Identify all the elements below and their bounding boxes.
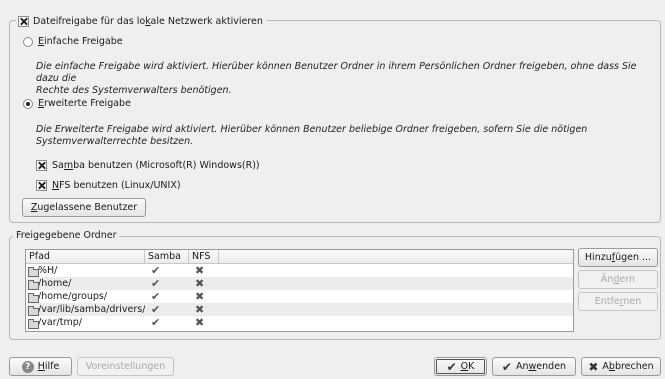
folder-icon [28, 266, 39, 277]
nfs-checkbox-row[interactable]: NFS benutzen (Linux/UNIX) [36, 180, 181, 191]
change-button[interactable]: Ändern [578, 270, 658, 289]
nfs-checkbox[interactable] [36, 180, 47, 191]
enable-sharing-checkbox[interactable] [18, 15, 29, 27]
table-row[interactable]: /home/ ✔ ✖ [26, 277, 573, 290]
check-icon: ✔ [446, 359, 457, 374]
remove-label: Entfernen [594, 296, 642, 307]
folder-icon [28, 279, 39, 290]
folder-icon [28, 318, 39, 329]
help-label: Hilfe [37, 361, 60, 372]
samba-checkbox[interactable] [36, 160, 47, 171]
add-button[interactable]: Hinzufügen ... [578, 248, 658, 267]
cross-mark-icon: ✖ [195, 303, 205, 316]
simple-sharing-description: Die einfache Freigabe wird aktiviert. Hi… [36, 61, 637, 96]
shared-folders-table[interactable]: Pfad Samba NFS %H/ ✔ ✖ /home/ ✔ ✖ /home/… [25, 249, 574, 332]
enable-sharing-checkbox-row[interactable]: Dateifreigabe für das lokale Netzwerk ak… [16, 14, 267, 28]
table-row[interactable]: /var/tmp/ ✔ ✖ [26, 316, 573, 329]
advanced-sharing-description: Die Erweiterte Freigabe wird aktiviert. … [36, 124, 588, 147]
check-icon: ✔ [501, 359, 512, 374]
check-mark-icon: ✔ [151, 303, 161, 316]
cross-mark-icon: ✖ [195, 290, 205, 303]
table-header: Pfad Samba NFS [26, 250, 573, 264]
samba-checkbox-row[interactable]: Samba benutzen (Microsoft(R) Windows(R)) [36, 160, 260, 171]
column-header-path[interactable]: Pfad [26, 250, 145, 264]
remove-button[interactable]: Entfernen [578, 292, 658, 311]
advanced-sharing-radio[interactable] [23, 98, 33, 109]
samba-label: Samba benutzen (Microsoft(R) Windows(R)) [52, 160, 260, 171]
cancel-label: Abbrechen [602, 361, 654, 372]
help-button[interactable]: ? Hilfe [9, 357, 72, 376]
allowed-users-button[interactable]: Zugelassene Benutzer [22, 198, 146, 217]
local-sharing-group [9, 20, 661, 223]
apply-button[interactable]: ✔ Anwenden [492, 357, 576, 376]
simple-sharing-label: Einfache Freigabe [38, 36, 123, 47]
check-mark-icon: ✔ [151, 316, 161, 329]
row-path: /var/lib/samba/drivers/ [38, 304, 145, 315]
cross-mark-icon: ✖ [195, 264, 205, 277]
nfs-label: NFS benutzen (Linux/UNIX) [52, 180, 181, 191]
row-path: /home/groups/ [38, 291, 108, 302]
cancel-button[interactable]: ✖ Abbrechen [581, 357, 661, 376]
check-mark-icon: ✔ [151, 290, 161, 303]
advanced-sharing-label: Erweiterte Freigabe [38, 98, 131, 109]
defaults-button[interactable]: Voreinstellungen [77, 357, 174, 376]
table-row[interactable]: /home/groups/ ✔ ✖ [26, 290, 573, 303]
row-path: /home/ [38, 278, 72, 289]
check-mark-icon: ✔ [151, 277, 161, 290]
column-header-nfs[interactable]: NFS [189, 250, 219, 264]
table-row[interactable]: %H/ ✔ ✖ [26, 264, 573, 277]
simple-sharing-radio[interactable] [23, 36, 33, 47]
ok-label: OK [460, 361, 475, 372]
ok-button[interactable]: ✔ OK [434, 357, 487, 376]
folder-icon [28, 305, 39, 316]
shared-folders-title: Freigegebene Ordner [13, 229, 120, 242]
table-body: %H/ ✔ ✖ /home/ ✔ ✖ /home/groups/ ✔ ✖ /va… [26, 264, 573, 329]
cross-mark-icon: ✖ [195, 316, 205, 329]
add-label: Hinzufügen ... [584, 252, 652, 263]
allowed-users-label: Zugelassene Benutzer [30, 202, 138, 213]
cross-icon: ✖ [588, 359, 599, 374]
column-header-filler [219, 250, 573, 264]
cross-mark-icon: ✖ [195, 277, 205, 290]
column-header-samba[interactable]: Samba [145, 250, 189, 264]
table-row[interactable]: /var/lib/samba/drivers/ ✔ ✖ [26, 303, 573, 316]
row-path: %H/ [38, 265, 58, 276]
help-icon: ? [21, 360, 34, 373]
enable-sharing-label: Dateifreigabe für das lokale Netzwerk ak… [33, 15, 263, 27]
change-label: Ändern [600, 274, 636, 285]
defaults-label: Voreinstellungen [85, 361, 166, 372]
row-path: /var/tmp/ [38, 317, 82, 328]
check-mark-icon: ✔ [151, 264, 161, 277]
advanced-sharing-radio-row[interactable]: Erweiterte Freigabe [23, 98, 131, 109]
folder-icon [28, 292, 39, 303]
apply-label: Anwenden [515, 361, 567, 372]
simple-sharing-radio-row[interactable]: Einfache Freigabe [23, 36, 123, 47]
